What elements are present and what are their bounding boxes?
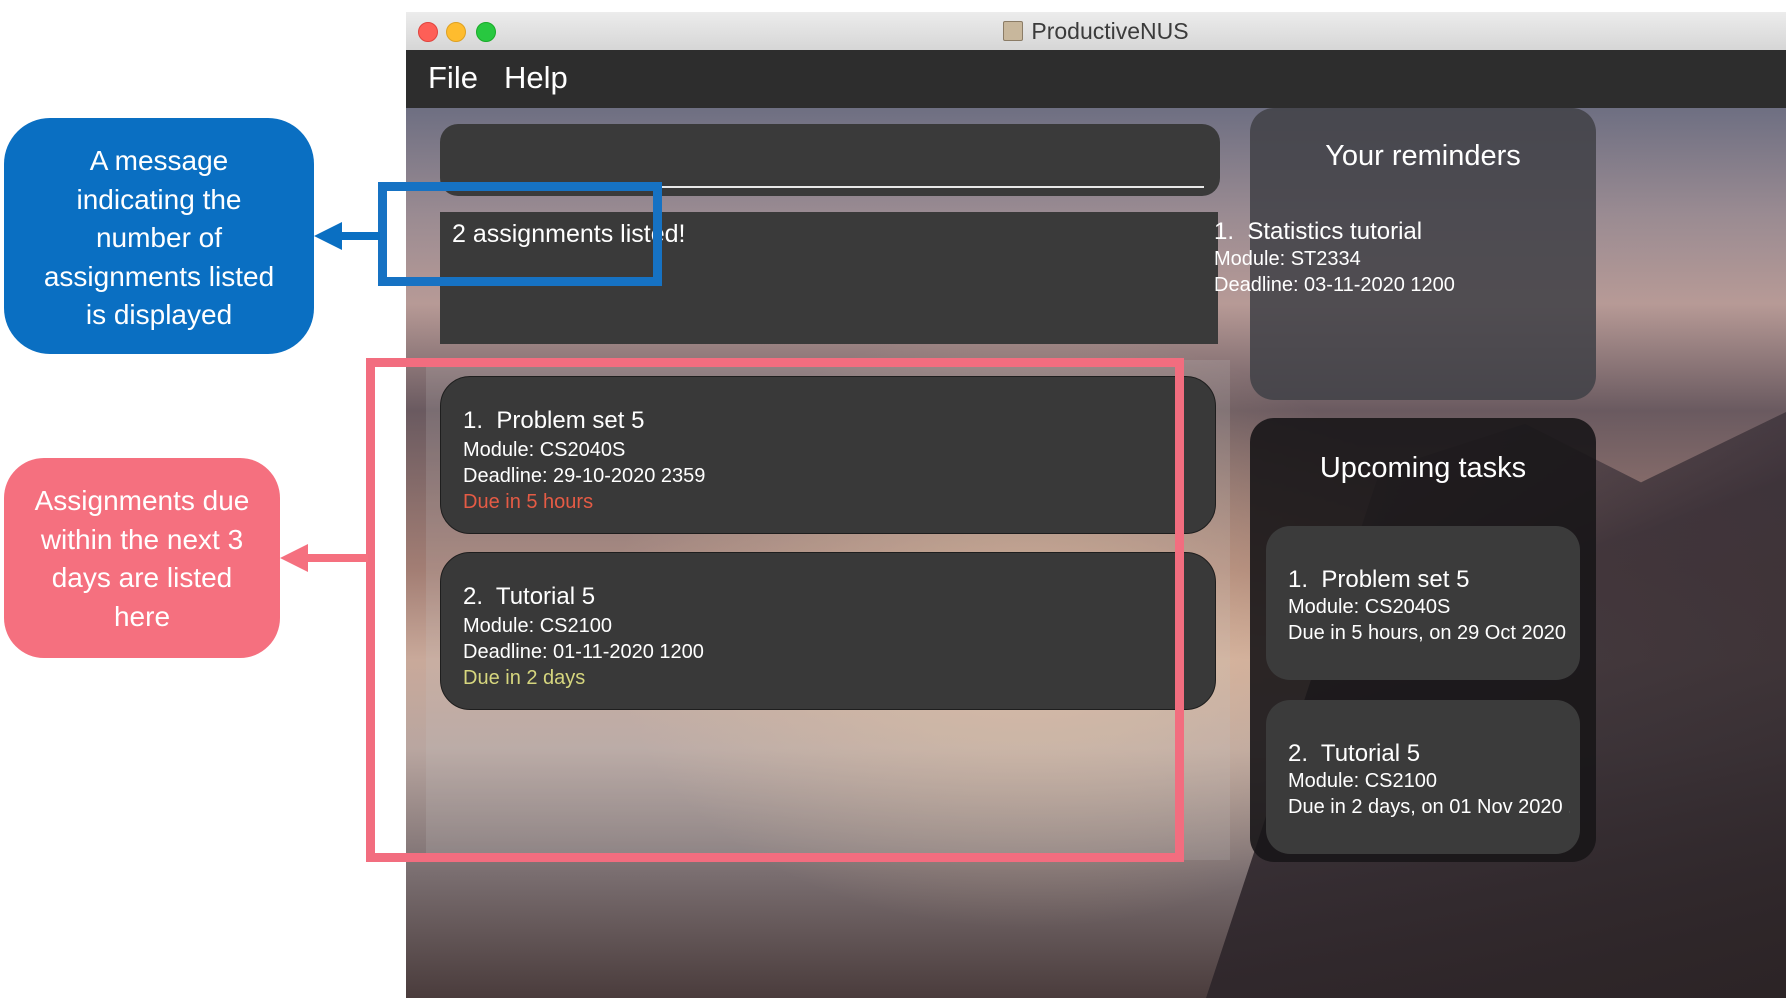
upcoming-task-module: Module: CS2100 xyxy=(1288,770,1437,792)
result-highlight-box xyxy=(378,182,662,286)
upcoming-task-name: Tutorial 5 xyxy=(1320,740,1421,767)
blue-callout-line: is displayed xyxy=(85,299,233,330)
menu-help[interactable]: Help xyxy=(504,60,568,96)
pink-arrow-shaft xyxy=(306,554,368,562)
blue-arrow-head-icon xyxy=(314,222,342,250)
blue-callout-line: A message xyxy=(89,145,229,176)
blue-callout-line: number of xyxy=(95,222,223,253)
pink-arrow-head-icon xyxy=(280,544,308,572)
upcoming-tasks-heading: Upcoming tasks xyxy=(1319,452,1527,484)
pink-callout-text: Assignments due within the next 3 days a… xyxy=(4,482,280,636)
assignment-list-highlight-box xyxy=(366,358,1184,862)
blue-callout-text: A message indicating the number of assig… xyxy=(4,142,314,335)
menu-file[interactable]: File xyxy=(428,60,478,96)
upcoming-task-index: 2. xyxy=(1288,740,1309,767)
blue-arrow-shaft xyxy=(340,232,380,240)
window-title: ProductiveNUS xyxy=(1031,17,1189,44)
upcoming-task-due: Due in 5 hours, on 29 Oct 2020 ... xyxy=(1288,622,1570,644)
reminder-deadline: Deadline: 03-11-2020 1200 xyxy=(1214,274,1455,296)
app-icon xyxy=(1003,21,1024,41)
reminder-module: Module: ST2334 xyxy=(1214,248,1361,270)
pink-callout-line: here xyxy=(113,600,171,632)
upcoming-task-title: 1. Problem set 5 xyxy=(1288,566,1469,594)
reminder-title: 1. Statistics tutorial xyxy=(1214,218,1422,246)
upcoming-task-name: Problem set 5 xyxy=(1321,566,1470,593)
pink-callout-line: days are listed xyxy=(51,562,233,593)
upcoming-task-module: Module: CS2040S xyxy=(1288,596,1451,618)
pink-callout-line: Assignments due xyxy=(34,485,250,516)
menu-bar: File Help xyxy=(406,50,1786,108)
upcoming-task-card[interactable]: 1. Problem set 5 Module: CS2040S Due in … xyxy=(1266,526,1580,680)
reminders-heading: Your reminders xyxy=(1325,140,1521,172)
title-bar: ProductiveNUS xyxy=(406,12,1786,51)
reminder-name: Statistics tutorial xyxy=(1247,218,1423,245)
pink-callout-line: within the next 3 xyxy=(40,523,244,555)
upcoming-task-due: Due in 2 days, on 01 Nov 2020 ... xyxy=(1288,796,1570,818)
reminder-index: 1. xyxy=(1214,218,1235,245)
upcoming-task-index: 1. xyxy=(1288,566,1309,593)
upcoming-task-card[interactable]: 2. Tutorial 5 Module: CS2100 Due in 2 da… xyxy=(1266,700,1580,854)
blue-callout-line: indicating the xyxy=(76,183,242,215)
title-wrap: ProductiveNUS xyxy=(406,12,1786,50)
blue-callout-line: assignments listed xyxy=(43,260,275,292)
upcoming-task-title: 2. Tutorial 5 xyxy=(1288,740,1420,768)
